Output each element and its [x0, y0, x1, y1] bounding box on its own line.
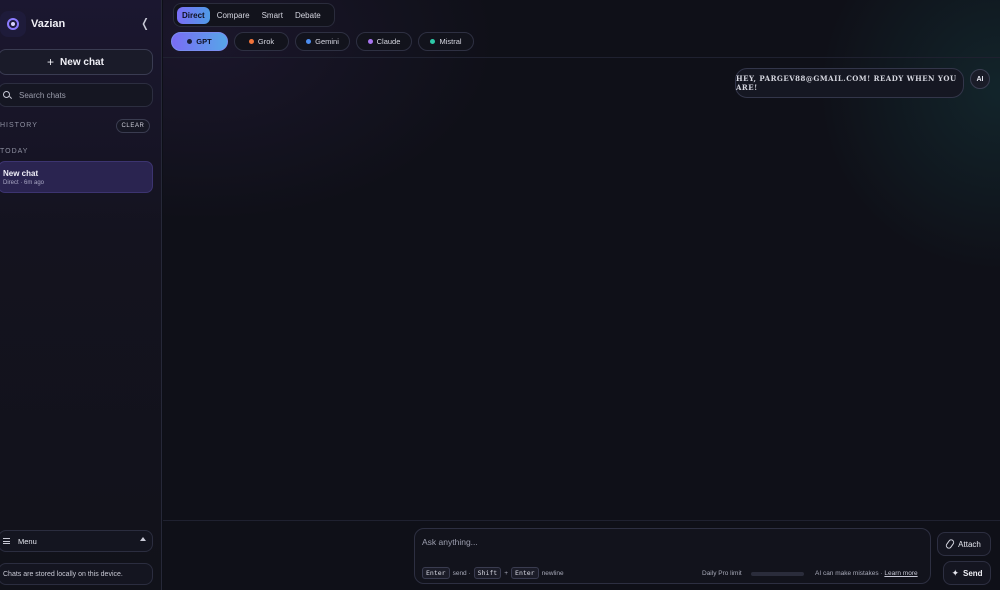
disclaimer: AI can make mistakes · Learn more — [815, 570, 918, 577]
ai-avatar: AI — [970, 69, 990, 89]
orbit-logo-icon — [0, 11, 26, 37]
hamburger-icon — [3, 538, 10, 544]
plus-icon: + — [47, 55, 55, 69]
chat-list-item[interactable]: New chat Direct · 6m ago — [0, 161, 153, 193]
search-icon — [3, 90, 12, 100]
hint-plus: + — [504, 569, 509, 577]
model-label: Grok — [257, 37, 275, 46]
sparkle-send-icon: ✦ — [951, 567, 959, 578]
chat-meta: Direct · 6m ago — [3, 180, 45, 186]
model-selector: GPT Grok Gemini Claude Mistral — [171, 32, 474, 51]
tab-compare[interactable]: Compare — [212, 7, 255, 24]
app-name: Vazian — [31, 18, 66, 30]
model-pill-gpt[interactable]: GPT — [171, 32, 228, 51]
tab-smart[interactable]: Smart — [257, 7, 288, 24]
hint-send-text: send · — [452, 569, 471, 577]
daily-limit-progress — [751, 572, 804, 576]
message-input[interactable] — [422, 537, 912, 553]
model-dot-icon — [248, 39, 254, 44]
model-label: Gemini — [315, 37, 339, 46]
daily-limit-label: Daily Pro limit — [702, 570, 742, 577]
model-dot-icon — [187, 39, 193, 44]
history-heading: HISTORY — [0, 122, 38, 129]
tab-debate[interactable]: Debate — [290, 7, 326, 24]
today-heading: TODAY — [0, 148, 29, 155]
caret-up-icon — [140, 537, 146, 541]
enter-key-hint: Enter — [422, 567, 450, 579]
attach-label: Attach — [958, 539, 981, 549]
model-pill-gemini[interactable]: Gemini — [295, 32, 350, 51]
storage-note: Chats are stored locally on this device. — [0, 563, 153, 585]
brand: Vazian — [0, 10, 65, 38]
model-pill-mistral[interactable]: Mistral — [418, 32, 474, 51]
paperclip-icon — [944, 538, 956, 550]
search-box — [0, 83, 153, 107]
model-dot-icon — [430, 39, 436, 44]
assistant-message-bubble: HEY, PARGEV88@GMAIL.COM! READY WHEN YOU … — [735, 68, 964, 98]
model-pill-claude[interactable]: Claude — [356, 32, 412, 51]
send-label: Send — [962, 568, 983, 578]
new-chat-label: New chat — [60, 56, 104, 68]
model-label: GPT — [196, 37, 212, 46]
sidebar: Vazian ❬ + New chat HISTORY CLEAR TODAY … — [0, 0, 162, 590]
learn-more-link[interactable]: Learn more — [884, 570, 917, 577]
mode-tabs: Direct Compare Smart Debate — [173, 3, 335, 27]
menu-label: Menu — [18, 536, 37, 546]
search-input[interactable] — [19, 90, 139, 100]
model-label: Claude — [376, 37, 401, 46]
main-area: Direct Compare Smart Debate GPT Grok Gem… — [163, 0, 1000, 590]
enter-key-hint-2: Enter — [511, 567, 539, 579]
disclaimer-text: AI can make mistakes · — [815, 570, 883, 577]
hint-newline-text: newline — [541, 569, 564, 577]
header-divider — [163, 57, 1000, 58]
new-chat-button[interactable]: + New chat — [0, 49, 153, 75]
send-button[interactable]: ✦ Send — [943, 561, 991, 585]
keyboard-hint: Enter send · Shift + Enter newline — [422, 567, 564, 579]
chat-title: New chat — [3, 169, 39, 178]
shift-key-hint: Shift — [473, 567, 502, 579]
model-label: Mistral — [439, 37, 462, 46]
tab-direct[interactable]: Direct — [177, 6, 210, 24]
model-pill-grok[interactable]: Grok — [234, 32, 289, 51]
attach-button[interactable]: Attach — [937, 532, 991, 556]
model-dot-icon — [306, 39, 312, 44]
clear-history-button[interactable]: CLEAR — [116, 119, 150, 133]
collapse-sidebar-button[interactable]: ❬ — [138, 16, 152, 30]
model-dot-icon — [367, 39, 373, 44]
composer-divider — [163, 520, 1000, 521]
composer: Enter send · Shift + Enter newline Daily… — [414, 528, 931, 584]
menu-button[interactable]: Menu — [0, 530, 153, 552]
